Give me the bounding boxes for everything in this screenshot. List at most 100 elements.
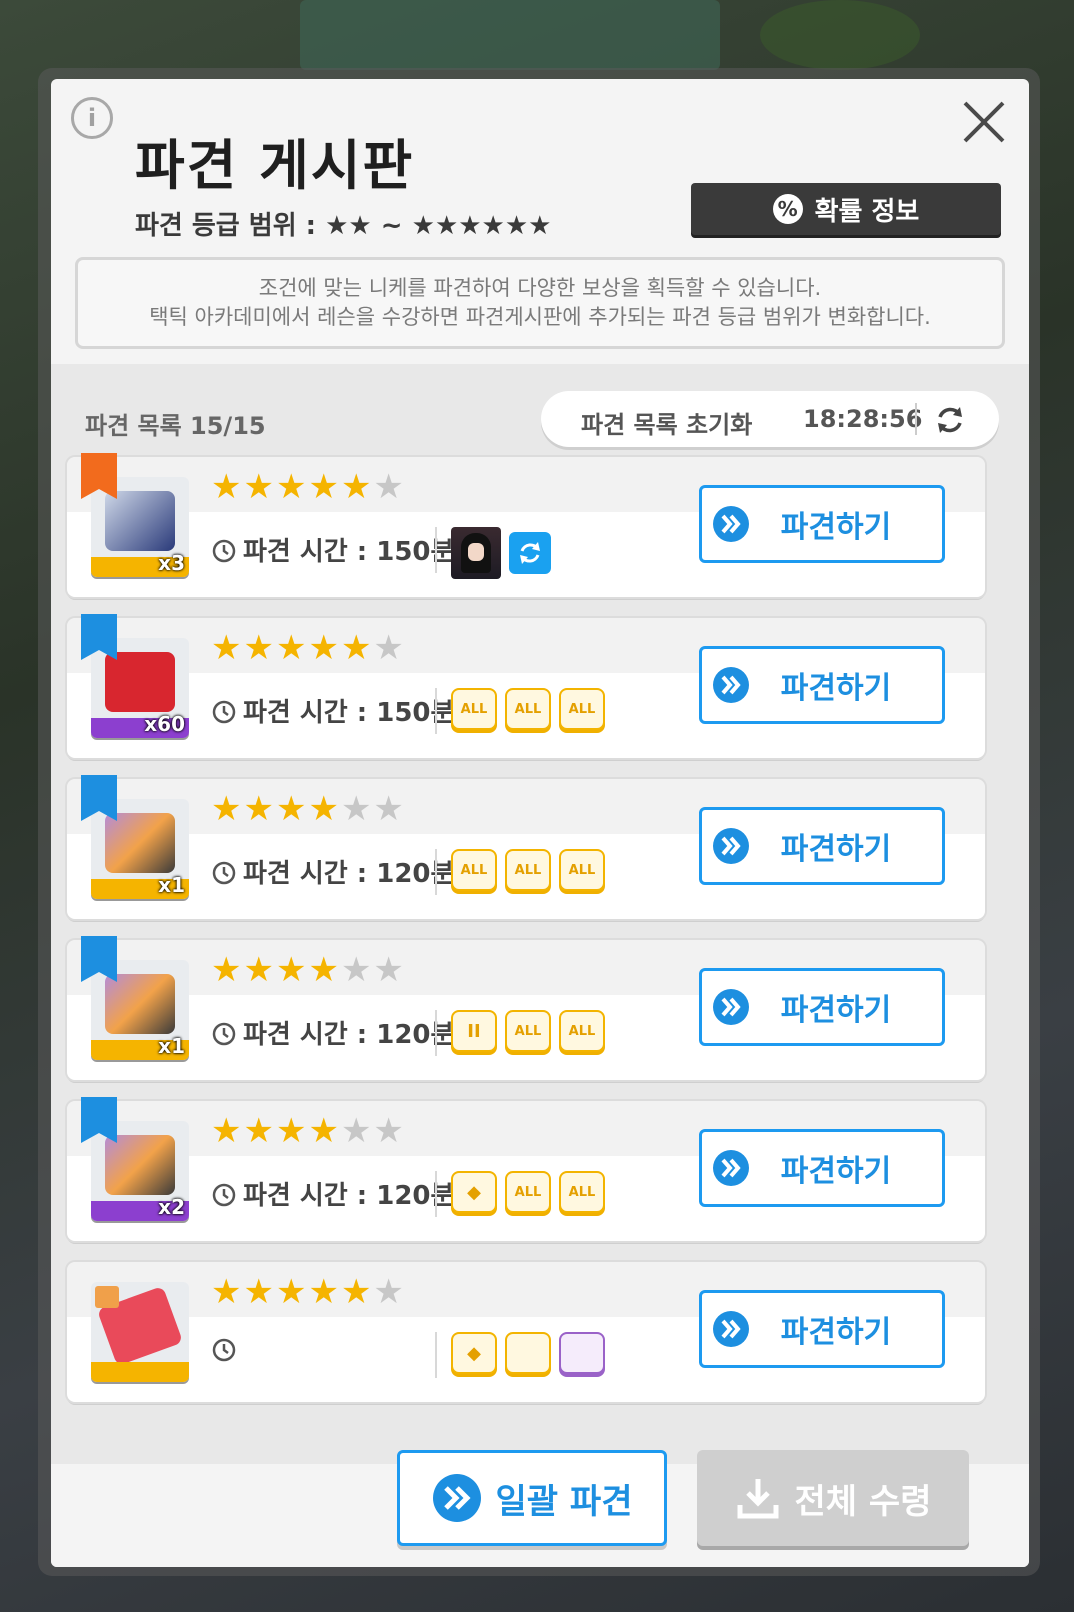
dispatch-button[interactable]: 파견하기 [699, 807, 945, 885]
list-reset-bar: 파견 목록 초기화 18:28:56 [541, 391, 999, 447]
bulk-dispatch-label: 일괄 파견 [495, 1481, 633, 1522]
dispatch-time-label: 파견 시간 : 120분 [243, 859, 455, 889]
star-rating: ★ ★ ★ ★ ★ ★ [211, 630, 404, 666]
nikke-portrait[interactable] [451, 527, 501, 579]
fast-forward-icon [432, 1474, 481, 1522]
divider [435, 688, 437, 734]
dispatch-button-label: 파견하기 [780, 510, 892, 545]
page-title: 파견 게시판 [135, 134, 415, 197]
dispatch-button-label: 파견하기 [780, 1154, 892, 1189]
probability-info-label: 확률 정보 [814, 196, 920, 227]
grade-range-text: 파견 등급 범위 : ★★ ~ ★★★★★★ [135, 211, 552, 241]
reset-label: 파견 목록 초기화 [581, 411, 753, 439]
star-filled-icon: ★ [243, 950, 274, 990]
refresh-icon[interactable] [933, 403, 967, 437]
star-filled-icon: ★ [243, 789, 274, 829]
star-filled-icon: ★ [211, 467, 242, 507]
fast-forward-icon [713, 506, 749, 542]
close-button[interactable] [959, 97, 1009, 147]
fast-forward-icon [713, 1311, 749, 1347]
star-rating: ★ ★ ★ ★ ★ ★ [211, 1113, 404, 1149]
clock-icon [212, 1022, 236, 1045]
item-art [105, 1135, 175, 1195]
star-filled-icon: ★ [275, 789, 307, 829]
star-rating: ★ ★ ★ ★ ★ ★ [211, 1274, 404, 1310]
dispatch-button[interactable]: 파견하기 [699, 646, 945, 724]
star-filled-icon: ★ [211, 789, 242, 829]
gift-icon [95, 1286, 119, 1308]
star-empty-icon: ★ [373, 628, 404, 668]
star-filled-icon: ★ [308, 628, 339, 668]
description-box: 조건에 맞는 니케를 파견하여 다양한 보상을 획득할 수 있습니다. 택틱 아… [75, 257, 1005, 349]
dispatch-button[interactable]: 파견하기 [699, 1290, 945, 1368]
dispatch-button-label: 파견하기 [780, 993, 892, 1028]
divider [435, 527, 437, 573]
dispatch-card: ★ ★ ★ ★ ★ ★ ◆ 파견하기 [67, 1262, 985, 1402]
star-filled-icon: ★ [243, 628, 274, 668]
background-tree [760, 0, 920, 70]
clock-icon [212, 539, 236, 562]
item-art [105, 974, 175, 1034]
clock-icon [212, 861, 236, 884]
description-line-1: 조건에 맞는 니케를 파견하여 다양한 보상을 획득할 수 있습니다. [258, 276, 822, 300]
category-ribbon-icon [81, 1097, 117, 1143]
dispatch-time: 파견 시간 : 150분 [211, 531, 454, 568]
dispatch-card: x1 ★ ★ ★ ★ ★ ★ 파견 시간 : 120분 II ALL ALL 파견하기 [67, 936, 985, 1080]
dispatch-conditions [451, 527, 551, 579]
dispatch-conditions: II ALL ALL [451, 1010, 605, 1052]
dispatch-time-label: 파견 시간 : 120분 [243, 1020, 455, 1050]
receive-all-button[interactable]: 전체 수령 [697, 1450, 969, 1546]
condition-badge: ◆ [451, 1171, 497, 1213]
close-icon [963, 101, 1005, 143]
star-filled-icon: ★ [340, 1272, 372, 1312]
divider [435, 1171, 437, 1217]
item-quantity: x3 [158, 551, 185, 575]
swap-icon [520, 542, 540, 564]
item-quantity: x60 [144, 712, 185, 736]
download-icon [737, 1479, 779, 1519]
dispatch-button[interactable]: 파견하기 [699, 968, 945, 1046]
condition-badge: ALL [505, 1171, 551, 1213]
dispatch-card: x3 ★ ★ ★ ★ ★ ★ 파견 시간 : 150분 파견하기 [67, 453, 985, 597]
dispatch-button[interactable]: 파견하기 [699, 485, 945, 563]
probability-info-button[interactable]: % 확률 정보 [691, 183, 1001, 235]
star-empty-icon: ★ [340, 950, 372, 990]
star-filled-icon: ★ [340, 628, 372, 668]
star-empty-icon: ★ [373, 1111, 404, 1151]
dispatch-conditions: ALL ALL ALL [451, 849, 605, 891]
dispatch-card: x60 ★ ★ ★ ★ ★ ★ 파견 시간 : 150분 ALL ALL ALL 파견하기 [67, 614, 985, 758]
star-rating: ★ ★ ★ ★ ★ ★ [211, 469, 404, 505]
swap-nikke-button[interactable] [509, 532, 551, 574]
star-filled-icon: ★ [275, 950, 307, 990]
item-quantity: x1 [158, 873, 185, 897]
reset-timer: 18:28:56 [803, 405, 923, 433]
dispatch-list-area[interactable]: 파견 목록 15/15 파견 목록 초기화 18:28:56 x3 ★ ★ ★ ★ ★ ★ 파… [51, 364, 1029, 1464]
percent-icon: % [772, 194, 803, 224]
dispatch-conditions: ◆ [451, 1332, 605, 1374]
star-rating: ★ ★ ★ ★ ★ ★ [211, 791, 404, 827]
dispatch-button-label: 파견하기 [780, 832, 892, 867]
condition-badge: ALL [451, 688, 497, 730]
category-ribbon-icon [81, 936, 117, 982]
star-filled-icon: ★ [211, 950, 242, 990]
category-ribbon-icon [81, 614, 117, 660]
dispatch-time: 파견 시간 : 120분 [211, 853, 454, 890]
bulk-dispatch-button[interactable]: 일괄 파견 [397, 1450, 667, 1546]
condition-badge: ALL [559, 849, 605, 891]
dispatch-time-label: 파견 시간 : 150분 [243, 698, 455, 728]
dispatch-card: x1 ★ ★ ★ ★ ★ ★ 파견 시간 : 120분 ALL ALL ALL 파견하기 [67, 775, 985, 919]
condition-badge [505, 1332, 551, 1374]
list-count-label: 파견 목록 15/15 [85, 412, 266, 440]
dispatch-time: 파견 시간 : 120분 [211, 1014, 454, 1051]
fast-forward-icon [713, 828, 749, 864]
dispatch-conditions: ◆ ALL ALL [451, 1171, 605, 1213]
condition-badge: II [451, 1010, 497, 1052]
info-icon[interactable]: i [71, 97, 113, 139]
dispatch-button-label: 파견하기 [780, 671, 892, 706]
rarity-bar [91, 1362, 189, 1382]
star-filled-icon: ★ [308, 1111, 339, 1151]
dispatch-button[interactable]: 파견하기 [699, 1129, 945, 1207]
dispatch-time [211, 1336, 243, 1362]
fast-forward-icon [713, 989, 749, 1025]
fast-forward-icon [713, 1150, 749, 1186]
